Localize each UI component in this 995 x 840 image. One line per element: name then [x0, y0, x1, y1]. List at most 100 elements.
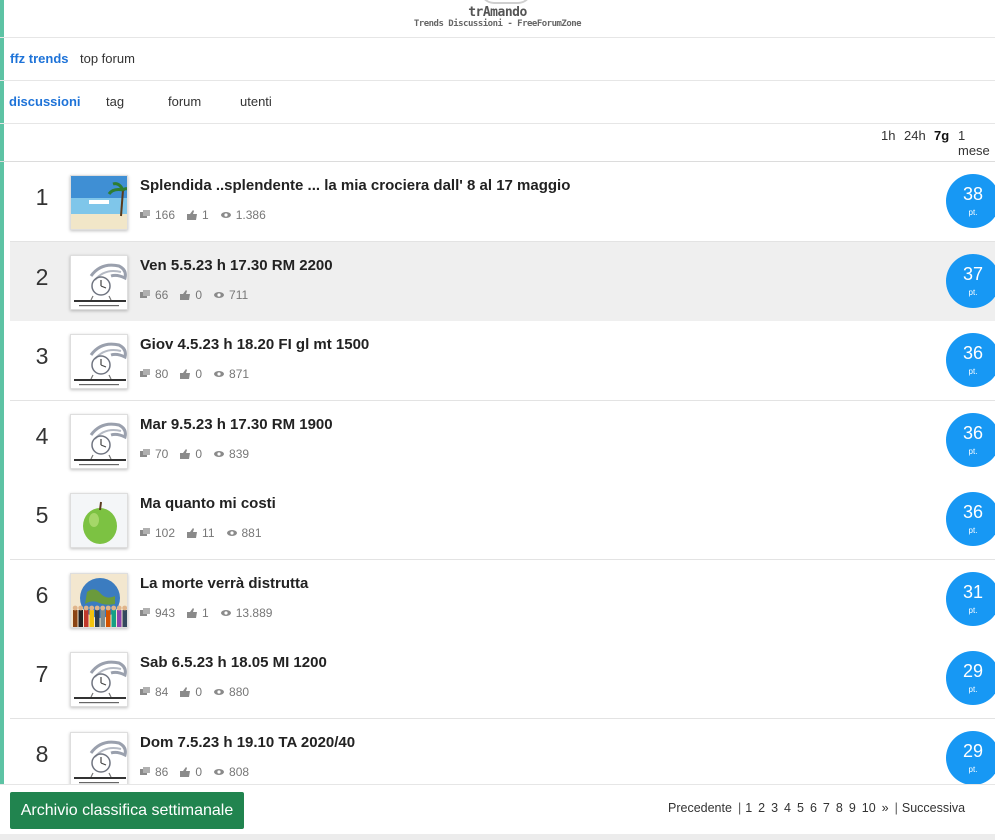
views-count: 711: [214, 288, 248, 302]
discussion-row[interactable]: 4 Mar 9.5.23 h 17.30 RM 1900 70 0 839 36 pt.: [10, 400, 995, 481]
list-footer: Archivio classifica settimanale Preceden…: [0, 784, 995, 840]
nav-ffz-trends[interactable]: ffz trends: [10, 51, 69, 66]
pagination: Precedente | 1 2 3 4 5 6 7 8 9 10» | Successiva: [668, 801, 971, 815]
views-count: 871: [214, 367, 249, 381]
thumbs-up-icon: [180, 687, 191, 697]
views-count: 839: [214, 447, 249, 461]
comments-count: 84: [140, 685, 168, 699]
pagination-page-9[interactable]: 9: [849, 801, 856, 815]
time-filter-1-mese[interactable]: 1 mese: [958, 128, 995, 158]
score-badge: 36 pt.: [946, 412, 995, 467]
globe-people-icon[interactable]: [70, 572, 128, 628]
discussion-title[interactable]: Ma quanto mi costi: [140, 495, 276, 512]
views-count: 13.889: [220, 606, 272, 620]
clock-logo-icon[interactable]: [70, 254, 128, 310]
time-filter: 1h 24h 7g 1 mese: [0, 124, 995, 162]
likes-count: 0: [180, 765, 202, 779]
section-tabs: discussioni tag forum utenti: [0, 81, 995, 124]
discussion-title[interactable]: Giov 4.5.23 h 18.20 FI gl mt 1500: [140, 336, 369, 353]
discussion-list: 1 Splendida ..splendente ... la mia croci…: [10, 162, 995, 784]
time-filter-24h[interactable]: 24h: [904, 128, 926, 143]
score-badge: 36 pt.: [946, 333, 995, 387]
top-nav: ffz trends top forum: [0, 38, 995, 81]
pagination-separator: |: [894, 801, 898, 815]
views-count: 1.386: [220, 208, 266, 222]
views-value: 881: [241, 526, 262, 540]
discussion-title[interactable]: Ven 5.5.23 h 17.30 RM 2200: [140, 257, 333, 274]
discussion-stats: 86 0 808: [140, 765, 261, 779]
discussion-stats: 166 1 1.386: [140, 208, 278, 222]
score-unit: pt.: [968, 526, 978, 535]
thumbs-up-icon: [187, 607, 198, 618]
clock-logo-icon[interactable]: [70, 731, 128, 784]
discussion-row[interactable]: 6 La morte verrà distrutta 943 1 13.889 31 pt.: [10, 559, 995, 640]
thumbs-up-icon: [180, 766, 191, 777]
discussion-row[interactable]: 2 Ven 5.5.23 h 17.30 RM 2200 66 0 711 37 pt.: [10, 241, 995, 322]
discussion-stats: 66 0 711: [140, 288, 260, 302]
discussion-title[interactable]: Sab 6.5.23 h 18.05 MI 1200: [140, 654, 327, 671]
tab-tag[interactable]: tag: [106, 94, 124, 109]
eye-icon: [214, 291, 225, 298]
clock-logo-icon[interactable]: [70, 334, 128, 389]
pagination-page-5[interactable]: 5: [797, 801, 804, 815]
bottom-strip: [0, 834, 995, 840]
comments-value: 70: [155, 446, 169, 461]
pagination-page-7[interactable]: 7: [823, 801, 830, 815]
pagination-more[interactable]: »: [882, 801, 889, 815]
site-subtitle: Trends Discussioni - FreeForumZone: [413, 19, 582, 29]
likes-count: 0: [180, 685, 202, 699]
pagination-page-10[interactable]: 10: [862, 801, 876, 815]
discussion-stats: 102 11 881: [140, 526, 274, 540]
tab-forum[interactable]: forum: [168, 94, 201, 109]
comments-value: 66: [155, 287, 169, 302]
archive-weekly-button[interactable]: Archivio classifica settimanale: [10, 792, 244, 829]
discussion-title[interactable]: Dom 7.5.23 h 19.10 TA 2020/40: [140, 734, 355, 751]
discussion-row[interactable]: 3 Giov 4.5.23 h 18.20 FI gl mt 1500 80 0 871…: [10, 321, 995, 401]
comments-count: 70: [140, 447, 168, 461]
pagination-page-3[interactable]: 3: [771, 801, 778, 815]
score-badge: 37 pt.: [946, 253, 995, 308]
discussion-row[interactable]: 5 Ma quanto mi costi 102 11 881 36 pt.: [10, 480, 995, 560]
sea-icon[interactable]: [70, 175, 128, 230]
comments-icon: [140, 210, 150, 218]
tab-utenti[interactable]: utenti: [240, 94, 272, 109]
rank-number: 8: [35, 740, 49, 767]
comments-icon: [140, 289, 150, 298]
pagination-previous[interactable]: Precedente: [668, 801, 732, 815]
pagination-page-8[interactable]: 8: [836, 801, 843, 815]
rank-number: 2: [35, 263, 49, 290]
time-filter-1h[interactable]: 1h: [881, 128, 895, 143]
clock-logo-icon[interactable]: [70, 652, 128, 707]
likes-count: 0: [180, 367, 202, 381]
pagination-next[interactable]: Successiva: [902, 801, 965, 815]
comments-value: 84: [155, 685, 169, 699]
views-value: 1.386: [235, 208, 266, 222]
pagination-page-1[interactable]: 1: [745, 801, 752, 815]
nav-top-forum[interactable]: top forum: [80, 51, 135, 66]
time-filter-7g[interactable]: 7g: [934, 128, 949, 143]
rank-number: 6: [35, 581, 49, 608]
eye-icon: [220, 609, 231, 616]
tab-discussioni[interactable]: discussioni: [9, 94, 81, 109]
comments-icon: [140, 369, 150, 377]
pagination-page-2[interactable]: 2: [758, 801, 765, 815]
apple-icon[interactable]: [70, 493, 128, 548]
clock-logo-icon[interactable]: [70, 413, 128, 469]
likes-value: 0: [195, 764, 203, 779]
pagination-page-4[interactable]: 4: [784, 801, 791, 815]
eye-icon: [214, 371, 225, 377]
score-value: 37: [962, 263, 984, 284]
comments-icon: [140, 607, 150, 616]
score-value: 38: [962, 184, 984, 204]
discussion-row[interactable]: 7 Sab 6.5.23 h 18.05 MI 1200 84 0 880 29 pt.: [10, 639, 995, 719]
discussion-row[interactable]: 1 Splendida ..splendente ... la mia croci…: [10, 162, 995, 242]
discussion-title[interactable]: Mar 9.5.23 h 17.30 RM 1900: [140, 416, 333, 433]
site-title[interactable]: trAmando: [0, 5, 995, 20]
pagination-page-6[interactable]: 6: [810, 801, 817, 815]
likes-value: 0: [195, 685, 203, 699]
thumbs-up-icon: [180, 289, 191, 300]
discussion-row[interactable]: 8 Dom 7.5.23 h 19.10 TA 2020/40 86 0 808 29 pt…: [10, 718, 995, 784]
rank-number: 4: [35, 422, 49, 449]
discussion-title[interactable]: La morte verrà distrutta: [140, 575, 308, 592]
discussion-title[interactable]: Splendida ..splendente ... la mia crocie…: [140, 177, 570, 194]
